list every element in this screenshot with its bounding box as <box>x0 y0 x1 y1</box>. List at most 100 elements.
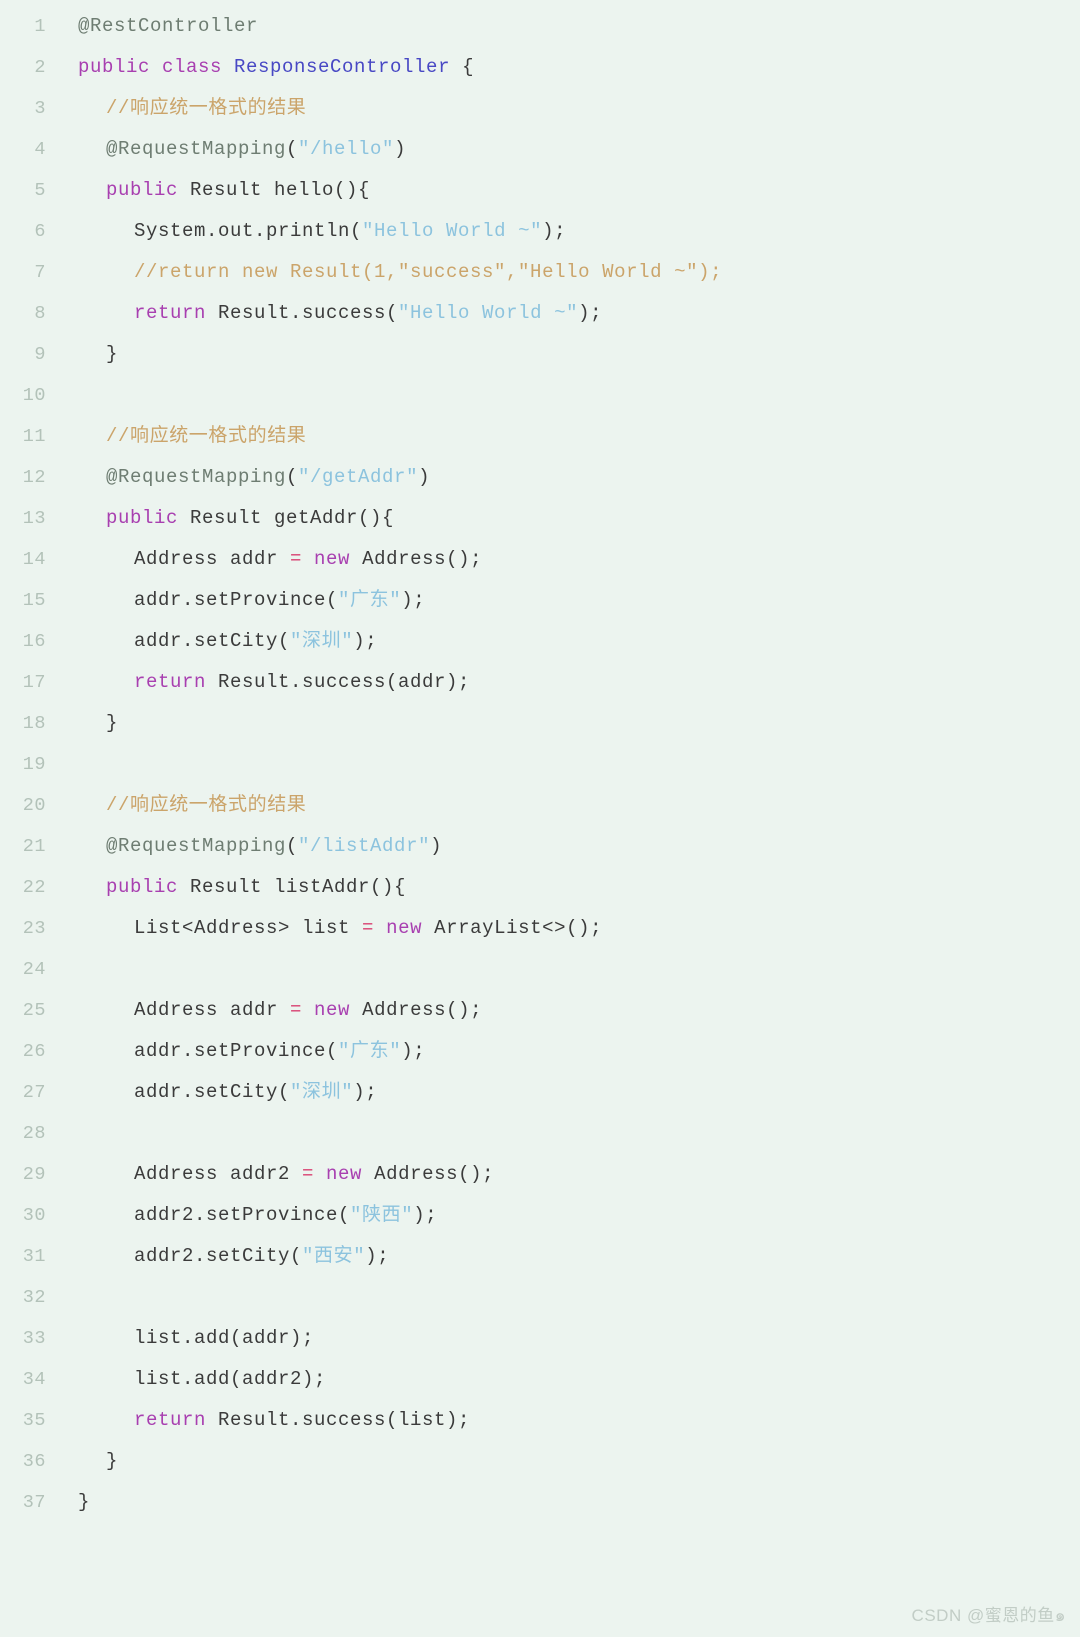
token-operator: = <box>290 999 315 1021</box>
line-number: 25 <box>22 1000 46 1021</box>
line-number: 2 <box>34 57 46 78</box>
code-line[interactable]: 23 List<Address> list = new ArrayList<>()… <box>0 908 1080 949</box>
code-line-content: } <box>46 703 118 744</box>
token-default: ( <box>286 835 299 857</box>
token-default: Result.success(list); <box>218 1409 471 1431</box>
code-line[interactable]: 13 public Result getAddr(){ <box>0 498 1080 539</box>
token-anno: @RequestMapping <box>106 466 287 488</box>
token-keyword: new <box>314 999 363 1021</box>
token-keyword: return <box>134 302 219 324</box>
code-line[interactable]: 1 @RestController <box>0 6 1080 47</box>
code-line[interactable]: 11 //响应统一格式的结果 <box>0 416 1080 457</box>
code-line[interactable]: 10 <box>0 375 1080 416</box>
token-default: ); <box>542 220 567 242</box>
line-number: 37 <box>22 1492 46 1513</box>
code-line[interactable]: 28 <box>0 1113 1080 1154</box>
code-line-content: return Result.success("Hello World ~"); <box>46 293 602 334</box>
code-line[interactable]: 34 list.add(addr2); <box>0 1359 1080 1400</box>
token-default: Address(); <box>362 548 483 570</box>
line-number: 6 <box>34 221 46 242</box>
code-line[interactable]: 16 addr.setCity("深圳"); <box>0 621 1080 662</box>
code-line-content: addr2.setCity("西安"); <box>46 1236 389 1277</box>
token-comment: //响应统一格式的结果 <box>106 794 307 816</box>
code-line[interactable]: 20 //响应统一格式的结果 <box>0 785 1080 826</box>
line-number: 19 <box>22 754 46 775</box>
line-number: 1 <box>34 16 46 37</box>
token-default: ); <box>578 302 603 324</box>
token-default: { <box>450 56 475 78</box>
code-line-content: @RequestMapping("/listAddr") <box>46 826 442 867</box>
token-default: list.add(addr2); <box>134 1368 327 1390</box>
code-line[interactable]: 2 public class ResponseController { <box>0 47 1080 88</box>
code-line[interactable]: 19 <box>0 744 1080 785</box>
code-line[interactable]: 4 @RequestMapping("/hello") <box>0 129 1080 170</box>
code-line-content: List<Address> list = new ArrayList<>(); <box>46 908 602 949</box>
code-line[interactable]: 36} <box>0 1441 1080 1482</box>
token-operator: = <box>302 1163 327 1185</box>
token-keyword: return <box>134 1409 219 1431</box>
code-line[interactable]: 35 return Result.success(list); <box>0 1400 1080 1441</box>
line-number: 29 <box>22 1164 46 1185</box>
line-number: 7 <box>34 262 46 283</box>
code-line[interactable]: 21 @RequestMapping("/listAddr") <box>0 826 1080 867</box>
token-default: addr.setProvince( <box>134 1040 339 1062</box>
code-line[interactable]: 17 return Result.success(addr); <box>0 662 1080 703</box>
code-line[interactable]: 15 addr.setProvince("广东"); <box>0 580 1080 621</box>
token-string: "广东" <box>338 1040 402 1062</box>
code-line[interactable]: 25 Address addr = new Address(); <box>0 990 1080 1031</box>
code-line[interactable]: 30 addr2.setProvince("陕西"); <box>0 1195 1080 1236</box>
code-line-content: Address addr = new Address(); <box>46 990 482 1031</box>
token-default: addr.setCity( <box>134 1081 291 1103</box>
code-line[interactable]: 7 //return new Result(1,"success","Hello … <box>0 252 1080 293</box>
code-line-content: addr.setProvince("广东"); <box>46 580 425 621</box>
token-default: ( <box>286 466 299 488</box>
token-default: Address addr2 <box>134 1163 303 1185</box>
code-line[interactable]: 18} <box>0 703 1080 744</box>
code-line[interactable]: 3 //响应统一格式的结果 <box>0 88 1080 129</box>
token-string: "广东" <box>338 589 402 611</box>
line-number: 16 <box>22 631 46 652</box>
token-anno: @RequestMapping <box>106 138 287 160</box>
code-line[interactable]: 9} <box>0 334 1080 375</box>
code-line-content: public Result hello(){ <box>46 170 370 211</box>
token-string: "Hello World ~" <box>362 220 543 242</box>
code-line[interactable]: 37} <box>0 1482 1080 1523</box>
line-number: 36 <box>22 1451 46 1472</box>
code-line[interactable]: 33 list.add(addr); <box>0 1318 1080 1359</box>
code-line[interactable]: 26 addr.setProvince("广东"); <box>0 1031 1080 1072</box>
code-line[interactable]: 8 return Result.success("Hello World ~"); <box>0 293 1080 334</box>
code-line[interactable]: 12 @RequestMapping("/getAddr") <box>0 457 1080 498</box>
code-line-content: } <box>46 1441 118 1482</box>
code-viewer[interactable]: 1 @RestController 2 public class ResponseCo… <box>0 0 1080 1523</box>
code-line-content: } <box>46 1482 90 1523</box>
code-line-content: } <box>46 334 118 375</box>
code-line-content <box>46 375 90 416</box>
code-line-content: public Result getAddr(){ <box>46 498 394 539</box>
token-default: Result.success( <box>218 302 399 324</box>
code-line[interactable]: 6 System.out.println("Hello World ~"); <box>0 211 1080 252</box>
code-line-content: addr.setProvince("广东"); <box>46 1031 425 1072</box>
code-line[interactable]: 22 public Result listAddr(){ <box>0 867 1080 908</box>
code-line[interactable]: 14 Address addr = new Address(); <box>0 539 1080 580</box>
token-default: ) <box>418 466 431 488</box>
code-line-content: //return new Result(1,"success","Hello W… <box>46 252 722 293</box>
code-line[interactable]: 29 Address addr2 = new Address(); <box>0 1154 1080 1195</box>
line-number: 18 <box>22 713 46 734</box>
token-default: list.add(addr); <box>134 1327 315 1349</box>
token-default: } <box>106 343 119 365</box>
code-line[interactable]: 24 <box>0 949 1080 990</box>
code-line[interactable]: 31 addr2.setCity("西安"); <box>0 1236 1080 1277</box>
code-line[interactable]: 5 public Result hello(){ <box>0 170 1080 211</box>
code-line-content <box>46 744 90 785</box>
line-number: 31 <box>22 1246 46 1267</box>
token-comment: //return new Result(1,"success","Hello W… <box>134 261 723 283</box>
code-line-content: @RequestMapping("/hello") <box>46 129 406 170</box>
token-default: Address addr <box>134 999 291 1021</box>
token-default: ( <box>286 138 299 160</box>
code-line[interactable]: 27 addr.setCity("深圳"); <box>0 1072 1080 1113</box>
token-string: "深圳" <box>290 630 354 652</box>
line-number: 28 <box>22 1123 46 1144</box>
line-number: 5 <box>34 180 46 201</box>
token-default: } <box>78 1491 91 1513</box>
code-line[interactable]: 32 <box>0 1277 1080 1318</box>
